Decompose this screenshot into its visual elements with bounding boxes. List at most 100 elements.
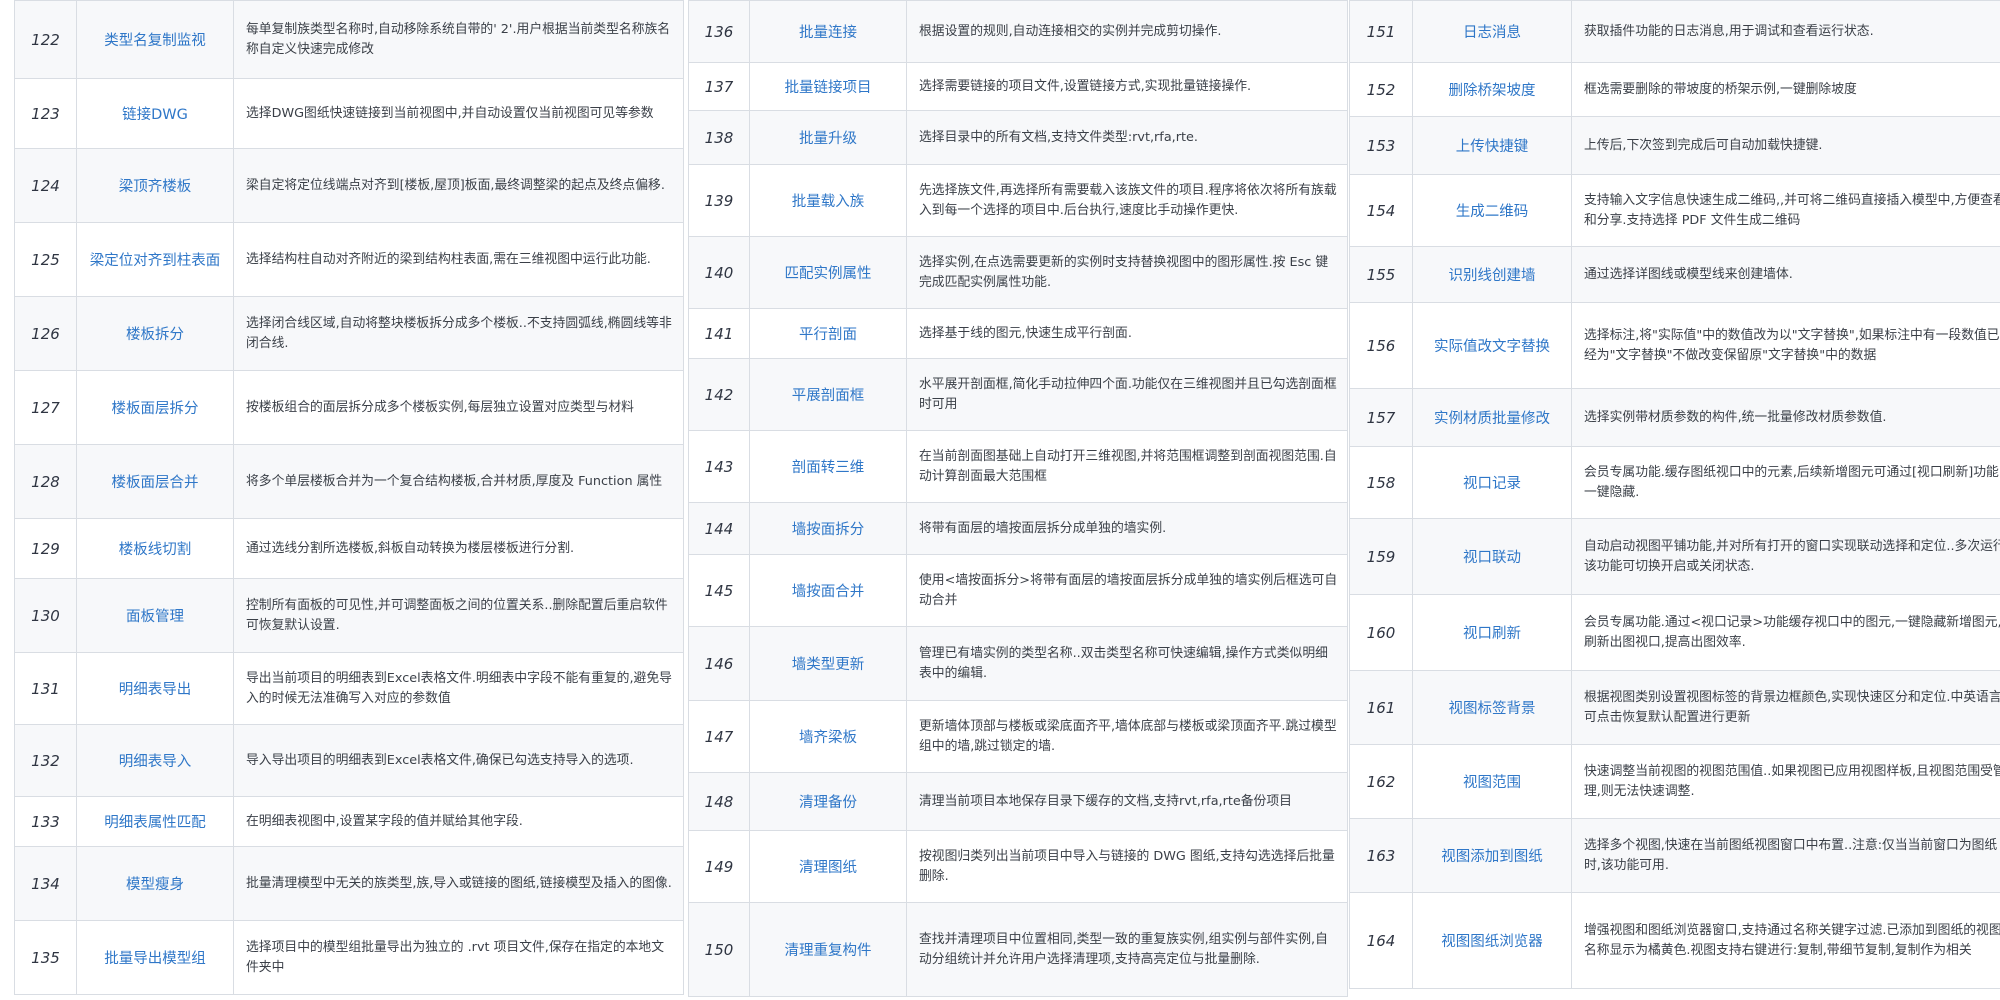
feature-name-link[interactable]: 视口联动 [1412,518,1572,595]
row-number: 156 [1349,302,1413,389]
row-number: 159 [1349,518,1413,595]
feature-name-link[interactable]: 上传快捷键 [1412,116,1572,175]
feature-name-link[interactable]: 墙按面拆分 [749,502,907,555]
feature-name-link[interactable]: 视图添加到图纸 [1412,818,1572,893]
table-row: 127 楼板面层拆分 按楼板组合的面层拆分成多个楼板实例,每层独立设置对应类型与材料 [14,370,684,445]
feature-name-link[interactable]: 梁顶齐楼板 [76,148,234,223]
row-number: 142 [688,358,750,431]
feature-name-link[interactable]: 删除桥架坡度 [1412,62,1572,117]
table-row: 140 匹配实例属性 选择实例,在点选需要更新的实例时支持替换视图中的图形属性.按 … [688,236,1348,309]
feature-description: 清理当前项目本地保存目录下缓存的文档,支持rvt,rfa,rte备份项目 [906,772,1348,831]
table-row: 142 平展剖面框 水平展开剖面框,简化手动拉伸四个面.功能仅在三维视图并且已勾选剖… [688,358,1348,431]
feature-name-link[interactable]: 视图范围 [1412,744,1572,819]
row-number: 160 [1349,594,1413,671]
feature-description: 在明细表视图中,设置某字段的值并赋给其他字段. [233,796,684,847]
row-number: 147 [688,700,750,773]
feature-table-panel-1: 122 类型名复制监视 每单复制族类型名称时,自动移除系统自带的' 2'.用户根据当… [14,0,684,1000]
feature-description: 在当前剖面图基础上自动打开三维视图,并将范围框调整到剖面视图范围.自动计算剖面最… [906,430,1348,503]
row-number: 152 [1349,62,1413,117]
feature-name-link[interactable]: 楼板面层拆分 [76,370,234,445]
table-row: 153 上传快捷键 上传后,下次签到完成后可自动加载快捷键. [1349,116,2000,175]
feature-name-link[interactable]: 清理备份 [749,772,907,831]
feature-name-link[interactable]: 生成二维码 [1412,174,1572,247]
feature-name-link[interactable]: 匹配实例属性 [749,236,907,309]
row-number: 131 [14,652,77,725]
row-number: 138 [688,110,750,165]
table-row: 157 实例材质批量修改 选择实例带材质参数的构件,统一批量修改材质参数值. [1349,388,2000,447]
feature-name-link[interactable]: 实例材质批量修改 [1412,388,1572,447]
feature-name-link[interactable]: 批量链接项目 [749,62,907,111]
row-number: 122 [14,0,77,79]
row-number: 150 [688,902,750,997]
table-row: 160 视口刷新 会员专属功能.通过<视口记录>功能缓存视口中的图元,一键隐藏新增图… [1349,594,2000,671]
feature-description: 快速调整当前视图的视图范围值..如果视图已应用视图样板,且视图范围受管理,则无法… [1571,744,2000,819]
feature-name-link[interactable]: 清理重复构件 [749,902,907,997]
feature-description: 支持输入文字信息快速生成二维码,,并可将二维码直接插入模型中,方便查看和分享.支… [1571,174,2000,247]
row-number: 130 [14,578,77,653]
feature-name-link[interactable]: 批量连接 [749,0,907,63]
row-number: 148 [688,772,750,831]
row-number: 136 [688,0,750,63]
row-number: 163 [1349,818,1413,893]
feature-name-link[interactable]: 明细表属性匹配 [76,796,234,847]
feature-name-link[interactable]: 模型瘦身 [76,846,234,921]
feature-name-link[interactable]: 墙类型更新 [749,626,907,701]
feature-name-link[interactable]: 视口刷新 [1412,594,1572,671]
table-row: 149 清理图纸 按视图归类列出当前项目中导入与链接的 DWG 图纸,支持勾选选择后… [688,830,1348,903]
feature-name-link[interactable]: 梁定位对齐到柱表面 [76,222,234,297]
feature-name-link[interactable]: 剖面转三维 [749,430,907,503]
table-row: 132 明细表导入 导入导出项目的明细表到Excel表格文件,确保已勾选支持导入的选… [14,724,684,797]
feature-description: 控制所有面板的可见性,并可调整面板之间的位置关系..删除配置后重启软件可恢复默认… [233,578,684,653]
row-number: 141 [688,308,750,359]
feature-name-link[interactable]: 类型名复制监视 [76,0,234,79]
table-row: 129 楼板线切割 通过选线分割所选楼板,斜板自动转换为楼层楼板进行分割. [14,518,684,579]
feature-name-link[interactable]: 墙齐梁板 [749,700,907,773]
feature-description: 选择多个视图,快速在当前图纸视图窗口中布置..注意:仅当当前窗口为图纸时,该功能… [1571,818,2000,893]
feature-description: 选择基于线的图元,快速生成平行剖面. [906,308,1348,359]
feature-description: 水平展开剖面框,简化手动拉伸四个面.功能仅在三维视图并且已勾选剖面框时可用 [906,358,1348,431]
feature-name-link[interactable]: 视口记录 [1412,446,1572,519]
feature-description: 通过选线分割所选楼板,斜板自动转换为楼层楼板进行分割. [233,518,684,579]
table-row: 158 视口记录 会员专属功能.缓存图纸视口中的元素,后续新增图元可通过[视口刷新]… [1349,446,2000,519]
feature-name-link[interactable]: 识别线创建墙 [1412,246,1572,303]
feature-name-link[interactable]: 清理图纸 [749,830,907,903]
feature-name-link[interactable]: 墙按面合并 [749,554,907,627]
feature-name-link[interactable]: 楼板面层合并 [76,444,234,519]
row-number: 128 [14,444,77,519]
feature-description: 选择实例带材质参数的构件,统一批量修改材质参数值. [1571,388,2000,447]
feature-name-link[interactable]: 批量载入族 [749,164,907,237]
feature-description: 批量清理模型中无关的族类型,族,导入或链接的图纸,链接模型及插入的图像. [233,846,684,921]
feature-name-link[interactable]: 面板管理 [76,578,234,653]
table-row: 163 视图添加到图纸 选择多个视图,快速在当前图纸视图窗口中布置..注意:仅当当前… [1349,818,2000,893]
table-row: 143 剖面转三维 在当前剖面图基础上自动打开三维视图,并将范围框调整到剖面视图范围… [688,430,1348,503]
table-row: 125 梁定位对齐到柱表面 选择结构柱自动对齐附近的梁到结构柱表面,需在三维视图中运… [14,222,684,297]
feature-name-link[interactable]: 链接DWG [76,78,234,149]
feature-name-link[interactable]: 实际值改文字替换 [1412,302,1572,389]
table-row: 135 批量导出模型组 选择项目中的模型组批量导出为独立的 .rvt 项目文件,保存… [14,920,684,995]
feature-name-link[interactable]: 平展剖面框 [749,358,907,431]
row-number: 149 [688,830,750,903]
table-row: 155 识别线创建墙 通过选择详图线或模型线来创建墙体. [1349,246,2000,303]
feature-name-link[interactable]: 楼板拆分 [76,296,234,371]
row-number: 151 [1349,0,1413,63]
feature-name-link[interactable]: 视图标签背景 [1412,670,1572,745]
table-row: 139 批量载入族 先选择族文件,再选择所有需要载入该族文件的项目.程序将依次将所有… [688,164,1348,237]
feature-name-link[interactable]: 平行剖面 [749,308,907,359]
feature-name-link[interactable]: 批量导出模型组 [76,920,234,995]
feature-description: 选择目录中的所有文档,支持文件类型:rvt,rfa,rte. [906,110,1348,165]
row-number: 144 [688,502,750,555]
feature-description: 按楼板组合的面层拆分成多个楼板实例,每层独立设置对应类型与材料 [233,370,684,445]
row-number: 127 [14,370,77,445]
feature-description: 自动启动视图平铺功能,并对所有打开的窗口实现联动选择和定位..多次运行该功能可切… [1571,518,2000,595]
table-row: 151 日志消息 获取插件功能的日志消息,用于调试和查看运行状态. [1349,0,2000,63]
table-row: 133 明细表属性匹配 在明细表视图中,设置某字段的值并赋给其他字段. [14,796,684,847]
feature-description: 通过选择详图线或模型线来创建墙体. [1571,246,2000,303]
feature-name-link[interactable]: 视图图纸浏览器 [1412,892,1572,989]
row-number: 157 [1349,388,1413,447]
feature-name-link[interactable]: 日志消息 [1412,0,1572,63]
feature-description: 梁自定将定位线端点对齐到[楼板,屋顶]板面,最终调整梁的起点及终点偏移. [233,148,684,223]
feature-name-link[interactable]: 批量升级 [749,110,907,165]
feature-name-link[interactable]: 明细表导出 [76,652,234,725]
feature-name-link[interactable]: 明细表导入 [76,724,234,797]
feature-name-link[interactable]: 楼板线切割 [76,518,234,579]
